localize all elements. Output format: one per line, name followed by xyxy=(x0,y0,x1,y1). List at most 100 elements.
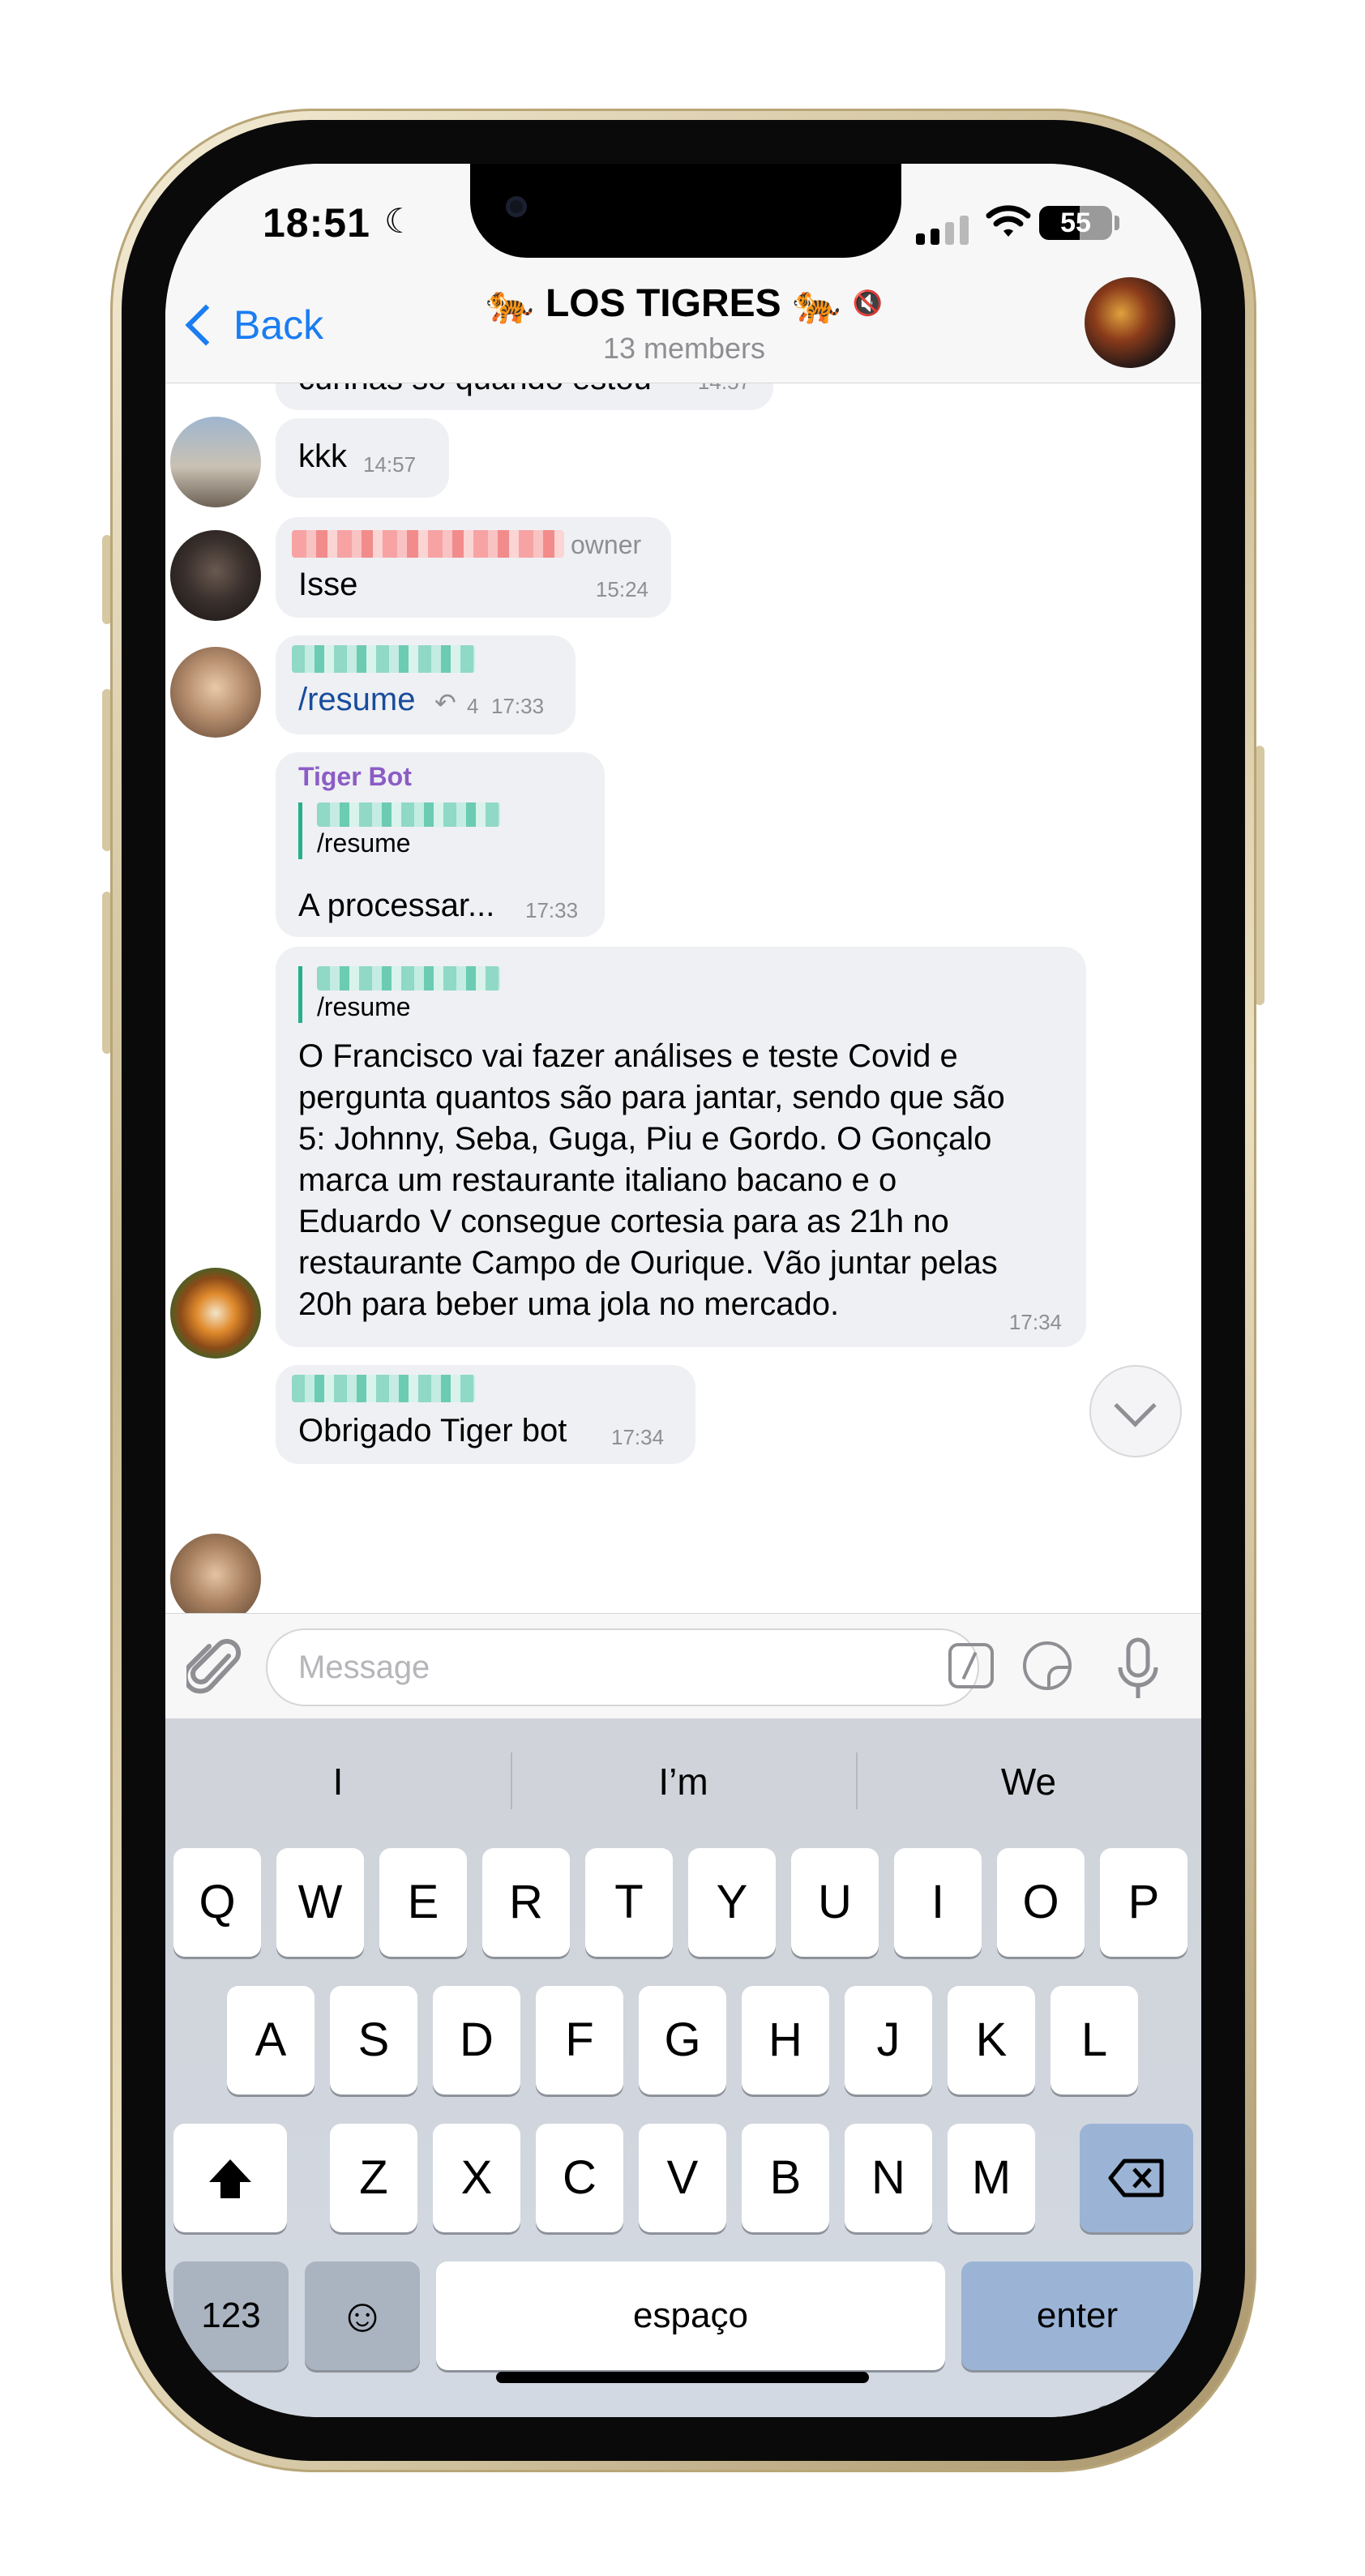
summary-line: restaurante Campo de Ourique. Vão juntar… xyxy=(298,1245,998,1281)
muted-speaker-icon: 🔇 xyxy=(852,290,883,317)
globe-icon[interactable] xyxy=(232,2407,300,2417)
bot-commands-icon[interactable] xyxy=(948,1643,994,1688)
summary-text: O Francisco vai fazer análises e teste C… xyxy=(298,1036,1076,1325)
summary-line: 20h para beber uma jola no mercado. xyxy=(298,1286,840,1322)
bot-avatar[interactable] xyxy=(170,1268,261,1359)
command-link[interactable]: /resume xyxy=(298,679,416,720)
sticker-icon[interactable] xyxy=(1023,1641,1072,1690)
key-j[interactable]: J xyxy=(845,1986,932,2095)
message-bubble[interactable]: /resume ↶ 4 17:33 xyxy=(276,635,576,734)
summary-line: O Francisco vai fazer análises e teste C… xyxy=(298,1038,958,1074)
chat-header: Back 🐅 LOS TIGRES 🐅 🔇 13 members xyxy=(165,269,1201,383)
group-avatar[interactable] xyxy=(1085,277,1175,368)
front-camera xyxy=(506,196,527,217)
key-y[interactable]: Y xyxy=(688,1848,776,1957)
message-time: 17:34 xyxy=(611,1425,665,1449)
wifi-icon xyxy=(986,205,1031,237)
key-k[interactable]: K xyxy=(948,1986,1035,2095)
quoted-text: /resume xyxy=(317,992,411,1021)
key-z[interactable]: Z xyxy=(330,2124,417,2232)
key-g[interactable]: G xyxy=(639,1986,726,2095)
key-u[interactable]: U xyxy=(791,1848,879,1957)
chat-title-area[interactable]: 🐅 LOS TIGRES 🐅 🔇 13 members xyxy=(409,280,960,366)
suggestion-2[interactable]: I’m xyxy=(511,1748,856,1816)
message-bubble[interactable]: Obrigado Tiger bot 17:34 xyxy=(276,1365,695,1464)
emoji-icon: ☺ xyxy=(338,2289,387,2342)
key-m[interactable]: M xyxy=(948,2124,1035,2232)
avatar[interactable] xyxy=(170,647,261,738)
reply-count: 4 xyxy=(467,694,479,718)
message-text: cunhas so quando estou xyxy=(298,383,652,399)
key-n[interactable]: N xyxy=(845,2124,932,2232)
message-list[interactable]: cunhas so quando estou 14:57 kkk 14:57 o… xyxy=(165,383,1201,1613)
suggestion-3[interactable]: We xyxy=(856,1748,1201,1816)
microphone-icon[interactable] xyxy=(1114,1637,1162,1701)
message-bubble[interactable]: kkk 14:57 xyxy=(276,418,449,498)
numbers-key[interactable]: 123 xyxy=(173,2261,289,2370)
key-a[interactable]: A xyxy=(227,1986,315,2095)
shift-arrow-icon xyxy=(209,2159,251,2198)
tiger-emoji-right: 🐅 xyxy=(792,283,841,326)
back-button[interactable]: Back xyxy=(180,302,323,349)
sender-name-redacted xyxy=(292,1375,475,1402)
key-h[interactable]: H xyxy=(742,1986,829,2095)
message-time: 17:34 xyxy=(1008,1310,1062,1334)
key-x[interactable]: X xyxy=(433,2124,520,2232)
member-count: 13 members xyxy=(602,332,766,365)
message-text: kkk xyxy=(298,439,347,474)
key-w[interactable]: W xyxy=(276,1848,364,1957)
key-q[interactable]: Q xyxy=(173,1848,261,1957)
key-i[interactable]: I xyxy=(894,1848,982,1957)
battery-cap xyxy=(1115,216,1119,230)
reply-quote[interactable]: /resume xyxy=(298,966,528,1023)
key-f[interactable]: F xyxy=(536,1986,623,2095)
back-label: Back xyxy=(233,302,324,348)
space-key[interactable]: espaço xyxy=(436,2261,945,2370)
avatar[interactable] xyxy=(170,417,261,507)
avatar[interactable] xyxy=(170,1534,261,1613)
key-p[interactable]: P xyxy=(1100,1848,1187,1957)
message-bubble[interactable]: cunhas so quando estou 14:57 xyxy=(276,383,773,410)
key-v[interactable]: V xyxy=(639,2124,726,2232)
quoted-sender-redacted xyxy=(317,802,500,827)
key-l[interactable]: L xyxy=(1050,1986,1138,2095)
message-time: 14:57 xyxy=(363,452,417,477)
key-o[interactable]: O xyxy=(997,1848,1085,1957)
message-text: A processar... xyxy=(298,888,495,923)
bot-sender-name: Tiger Bot xyxy=(298,762,412,791)
message-text: Isse xyxy=(298,567,358,602)
attach-paperclip-icon[interactable] xyxy=(186,1638,243,1700)
summary-line: 5: Johnny, Seba, Guga, Piu e Gordo. O Go… xyxy=(298,1121,992,1157)
composer xyxy=(165,1613,1201,1719)
backspace-key[interactable] xyxy=(1080,2124,1193,2232)
enter-key[interactable]: enter xyxy=(961,2261,1193,2370)
message-bubble[interactable]: owner Isse 15:24 xyxy=(276,517,671,618)
key-d[interactable]: D xyxy=(433,1986,520,2095)
chat-title: 🐅 LOS TIGRES 🐅 🔇 xyxy=(409,280,960,327)
sender-name-redacted xyxy=(292,645,475,673)
key-t[interactable]: T xyxy=(585,1848,673,1957)
shift-key[interactable] xyxy=(173,2124,287,2232)
reply-quote[interactable]: /resume xyxy=(298,802,528,859)
group-name: LOS TIGRES xyxy=(545,282,781,325)
emoji-key[interactable]: ☺ xyxy=(305,2261,420,2370)
key-s[interactable]: S xyxy=(330,1986,417,2095)
summary-line: marca um restaurante italiano bacano e o xyxy=(298,1162,897,1198)
chevron-left-icon xyxy=(185,304,227,346)
dictation-mic-icon[interactable] xyxy=(1078,2404,1135,2417)
key-r[interactable]: R xyxy=(482,1848,570,1957)
message-text: Obrigado Tiger bot xyxy=(298,1413,567,1448)
key-c[interactable]: C xyxy=(536,2124,623,2232)
suggestion-1[interactable]: I xyxy=(165,1748,511,1816)
message-input[interactable] xyxy=(266,1628,979,1706)
message-bubble[interactable]: /resume O Francisco vai fazer análises e… xyxy=(276,947,1086,1347)
summary-line: Eduardo V consegue cortesia para as 21h … xyxy=(298,1204,949,1239)
message-bubble[interactable]: Tiger Bot /resume A processar... 17:33 xyxy=(276,752,605,937)
scroll-down-button[interactable] xyxy=(1089,1365,1182,1457)
avatar[interactable] xyxy=(170,530,261,621)
home-indicator[interactable] xyxy=(496,2372,869,2383)
keyboard: I I’m We Q W E R T Y U I O P A S D F G H… xyxy=(165,1718,1201,2417)
key-e[interactable]: E xyxy=(379,1848,467,1957)
quoted-text: /resume xyxy=(317,828,411,858)
key-b[interactable]: B xyxy=(742,2124,829,2232)
